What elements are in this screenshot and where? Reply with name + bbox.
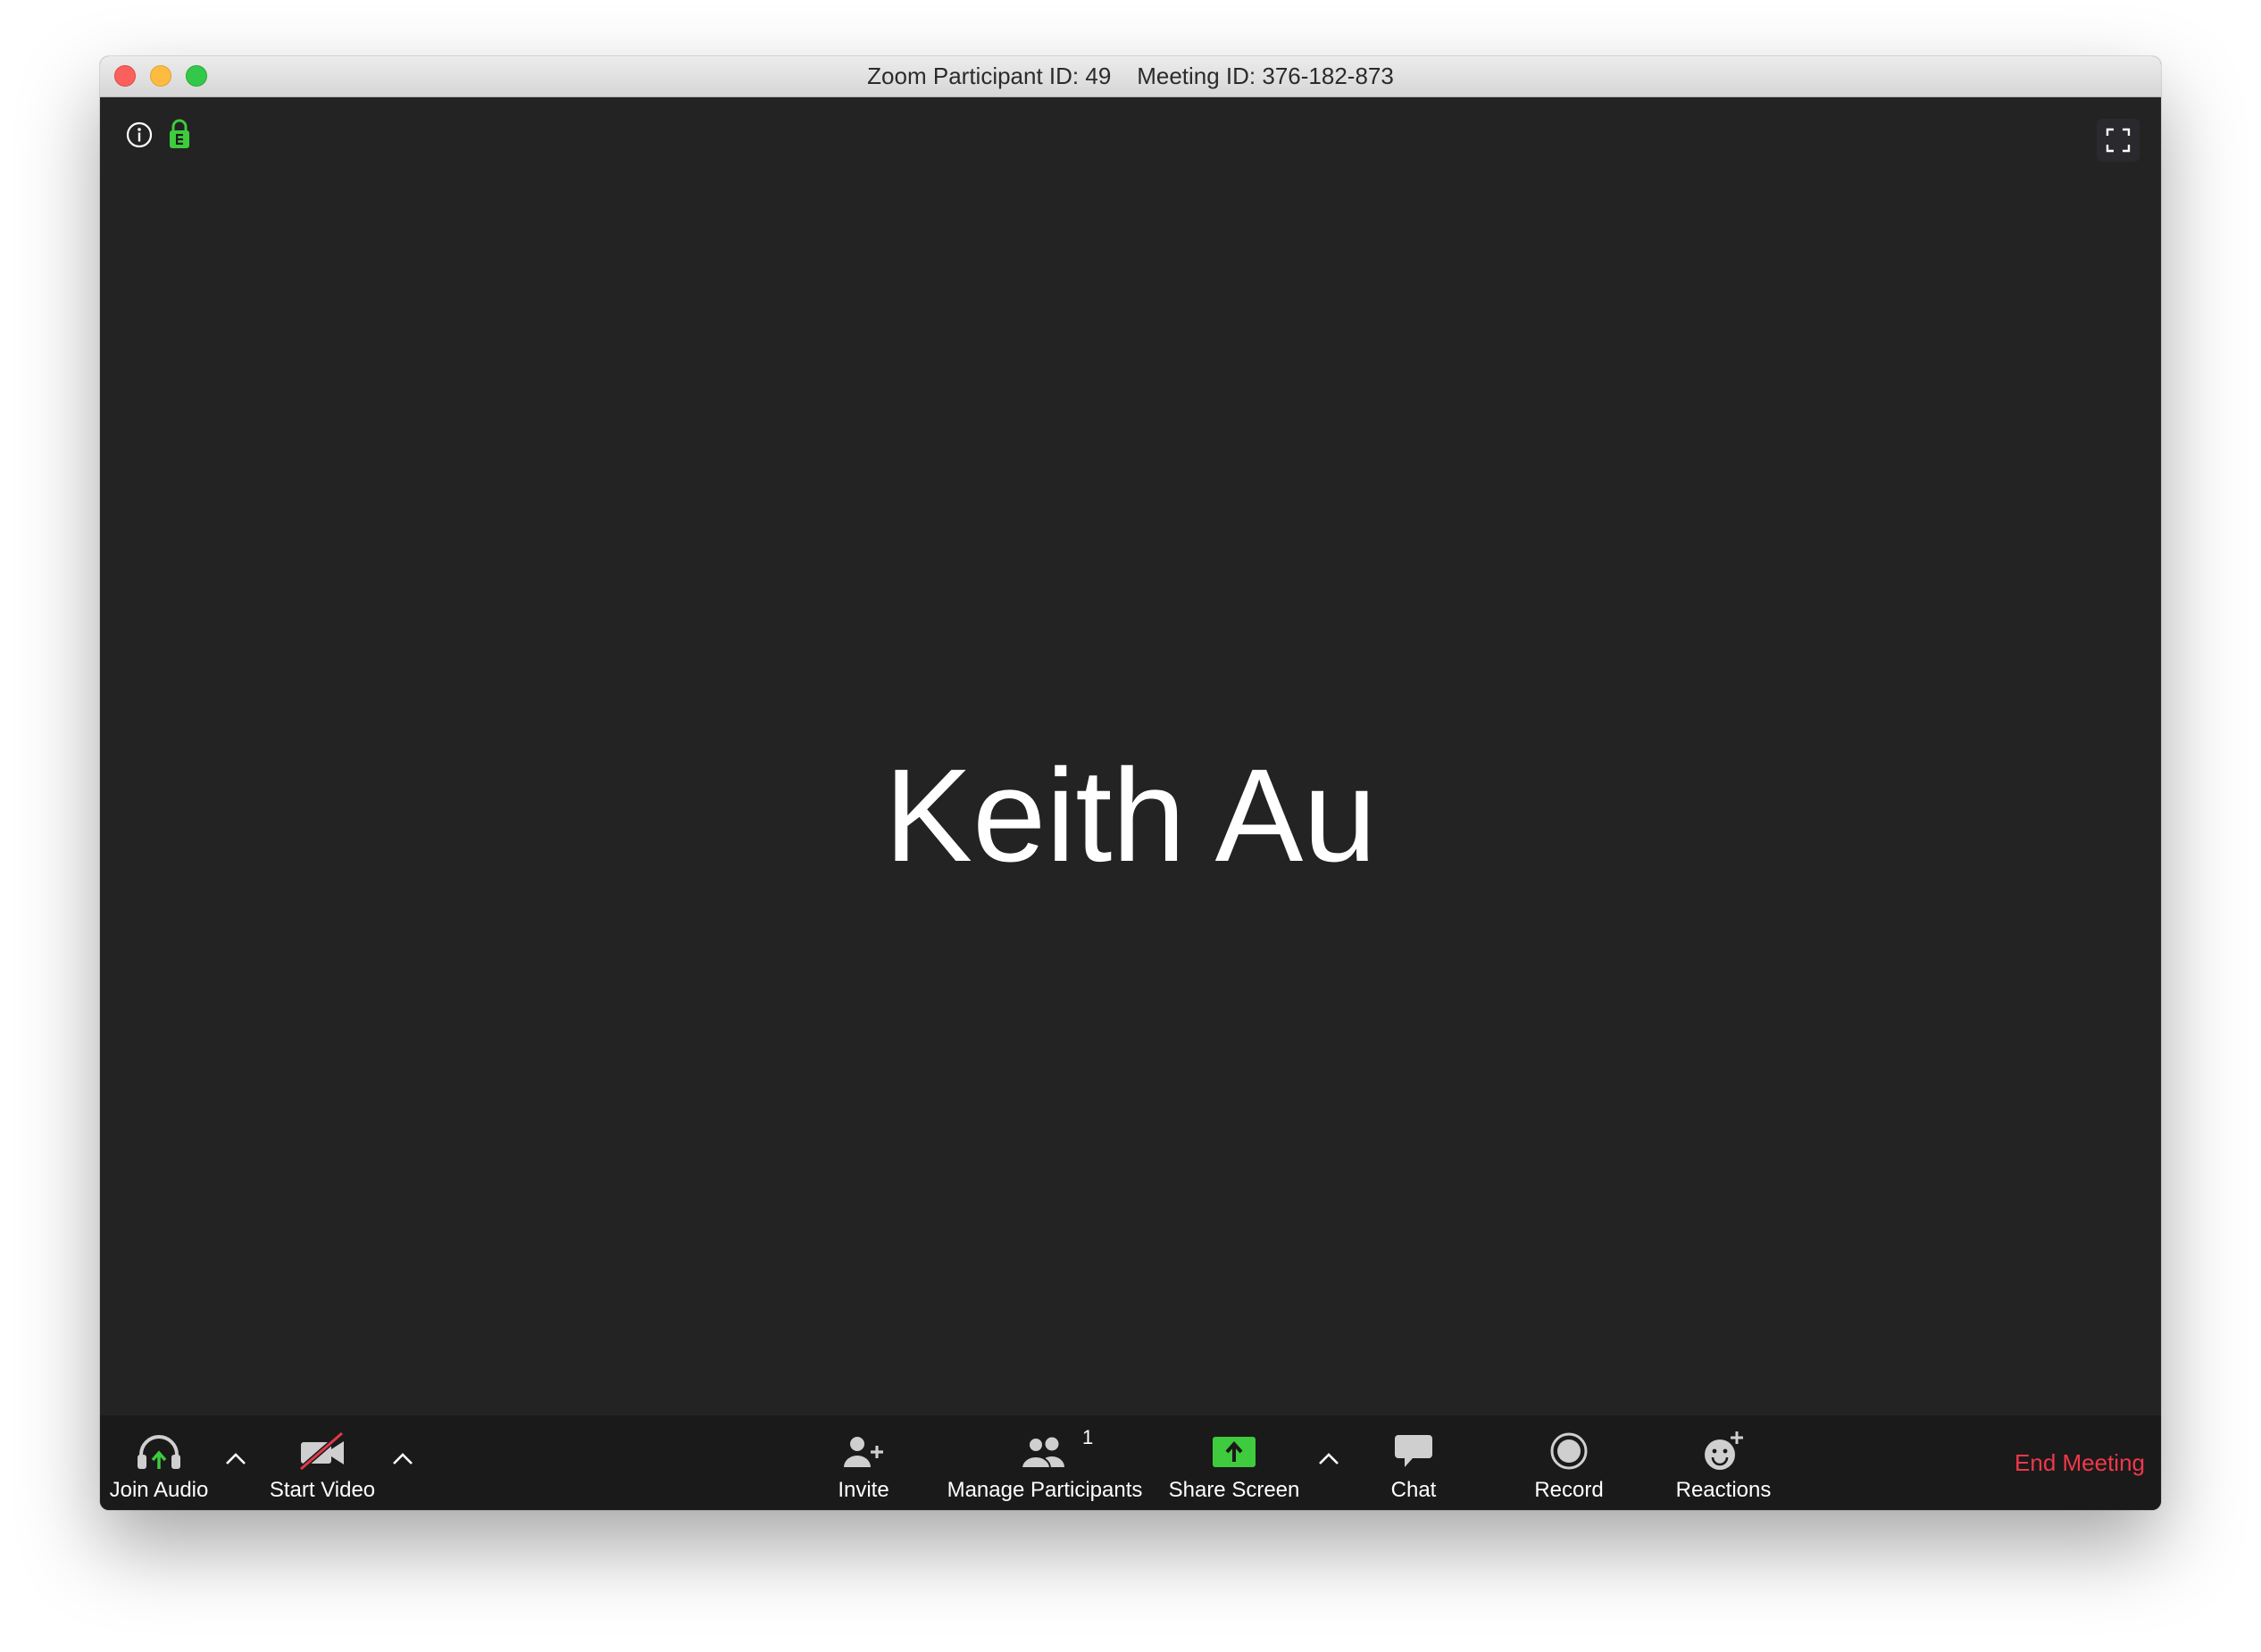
share-screen-button[interactable]: Share Screen bbox=[1166, 1415, 1302, 1510]
share-screen-icon bbox=[1211, 1426, 1257, 1476]
start-video-button[interactable]: Start Video bbox=[264, 1415, 380, 1510]
title-participant-id: Zoom Participant ID: 49 bbox=[867, 63, 1112, 89]
record-label: Record bbox=[1534, 1478, 1604, 1502]
start-video-label: Start Video bbox=[269, 1478, 376, 1502]
participant-name: Keith Au bbox=[884, 742, 1377, 889]
reactions-button[interactable]: Reactions bbox=[1670, 1415, 1777, 1510]
end-meeting-button[interactable]: End Meeting bbox=[2015, 1449, 2145, 1477]
zoom-meeting-window: Zoom Participant ID: 49 Meeting ID: 376-… bbox=[100, 56, 2161, 1510]
manage-participants-button[interactable]: Manage Participants bbox=[944, 1415, 1146, 1510]
video-options-chevron-up-icon[interactable] bbox=[389, 1449, 416, 1467]
title-bar[interactable]: Zoom Participant ID: 49 Meeting ID: 376-… bbox=[100, 56, 2161, 97]
join-audio-button[interactable]: Join Audio bbox=[105, 1415, 213, 1510]
info-icon[interactable] bbox=[125, 121, 154, 149]
manage-participants-label: Manage Participants bbox=[947, 1478, 1143, 1502]
reactions-label: Reactions bbox=[1675, 1478, 1772, 1502]
audio-options-chevron-up-icon[interactable] bbox=[222, 1449, 249, 1467]
video-camera-off-icon bbox=[297, 1426, 347, 1476]
record-icon bbox=[1549, 1426, 1589, 1476]
join-audio-label: Join Audio bbox=[109, 1478, 209, 1502]
share-options-chevron-up-icon[interactable] bbox=[1315, 1449, 1342, 1467]
share-screen-label: Share Screen bbox=[1168, 1478, 1300, 1502]
chat-button[interactable]: Chat bbox=[1378, 1415, 1449, 1510]
people-icon bbox=[1020, 1426, 1070, 1476]
meeting-toolbar: Join Audio Start Video Invite Manage Par… bbox=[100, 1415, 2161, 1510]
invite-button[interactable]: Invite bbox=[823, 1415, 904, 1510]
video-stage: Keith Au bbox=[100, 97, 2161, 1415]
add-person-icon bbox=[841, 1426, 886, 1476]
headphones-icon bbox=[135, 1426, 183, 1476]
chat-label: Chat bbox=[1390, 1478, 1437, 1502]
chat-bubble-icon bbox=[1393, 1426, 1434, 1476]
emoji-add-icon bbox=[1702, 1426, 1745, 1476]
invite-label: Invite bbox=[838, 1478, 889, 1502]
window-title: Zoom Participant ID: 49 Meeting ID: 376-… bbox=[100, 56, 2161, 96]
participant-count-badge: 1 bbox=[1082, 1426, 1094, 1448]
fullscreen-icon[interactable] bbox=[2097, 119, 2140, 162]
record-button[interactable]: Record bbox=[1526, 1415, 1612, 1510]
encryption-lock-icon[interactable] bbox=[168, 119, 191, 149]
title-meeting-id: Meeting ID: 376-182-873 bbox=[1137, 63, 1394, 89]
